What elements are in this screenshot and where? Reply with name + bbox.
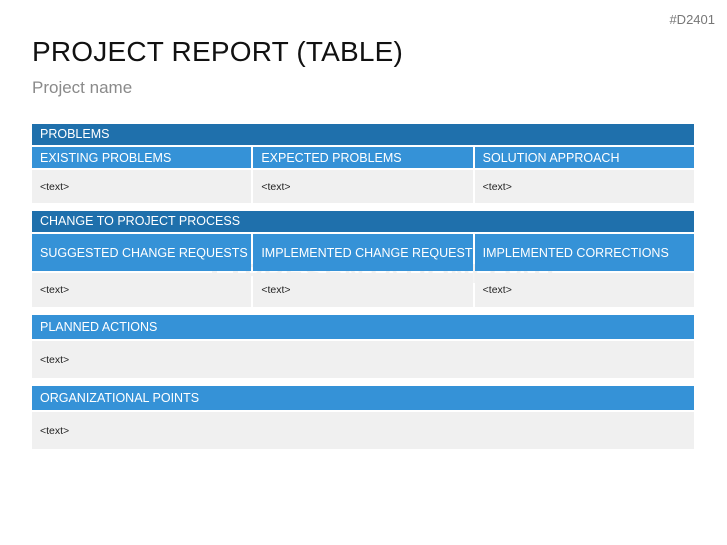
- planned-actions-section: PLANNED ACTIONS <text>: [32, 315, 694, 378]
- change-body-row: <text> <text> <text>: [32, 271, 694, 307]
- page-title: PROJECT REPORT (TABLE): [32, 36, 404, 67]
- cell-organizational-points[interactable]: <text>: [32, 412, 694, 449]
- problems-column-row: EXISTING PROBLEMS EXPECTED PROBLEMS SOLU…: [32, 147, 694, 168]
- cell-solution-approach[interactable]: <text>: [474, 170, 694, 203]
- column-header-existing-problems: EXISTING PROBLEMS: [32, 147, 252, 168]
- problems-section: PROBLEMS EXISTING PROBLEMS EXPECTED PROB…: [32, 124, 694, 203]
- change-section: CHANGE TO PROJECT PROCESS SUGGESTED CHAN…: [32, 211, 694, 307]
- cell-planned-actions[interactable]: <text>: [32, 341, 694, 378]
- column-header-suggested-change-requests: SUGGESTED CHANGE REQUESTS: [32, 234, 252, 271]
- change-column-row: SUGGESTED CHANGE REQUESTS IMPLEMENTED CH…: [32, 234, 694, 271]
- column-header-expected-problems: EXPECTED PROBLEMS: [253, 147, 473, 168]
- planned-actions-header: PLANNED ACTIONS: [32, 315, 694, 339]
- cell-implemented-change-request[interactable]: <text>: [253, 273, 473, 307]
- problems-header: PROBLEMS: [32, 124, 694, 145]
- organizational-points-header: ORGANIZATIONAL POINTS: [32, 386, 694, 410]
- cell-suggested-change-requests[interactable]: <text>: [32, 273, 252, 307]
- column-header-implemented-change-request: IMPLEMENTED CHANGE REQUEST: [253, 234, 473, 271]
- column-header-solution-approach: SOLUTION APPROACH: [474, 147, 694, 168]
- cell-existing-problems[interactable]: <text>: [32, 170, 252, 203]
- change-header: CHANGE TO PROJECT PROCESS: [32, 211, 694, 232]
- page-subtitle: Project name: [32, 78, 133, 97]
- document-code: #D2401: [669, 12, 715, 27]
- report-table: PROBLEMS EXISTING PROBLEMS EXPECTED PROB…: [32, 124, 694, 457]
- column-header-implemented-corrections: IMPLEMENTED CORRECTIONS: [474, 234, 694, 271]
- problems-body-row: <text> <text> <text>: [32, 168, 694, 203]
- organizational-points-section: ORGANIZATIONAL POINTS <text>: [32, 386, 694, 449]
- cell-implemented-corrections[interactable]: <text>: [474, 273, 694, 307]
- cell-expected-problems[interactable]: <text>: [253, 170, 473, 203]
